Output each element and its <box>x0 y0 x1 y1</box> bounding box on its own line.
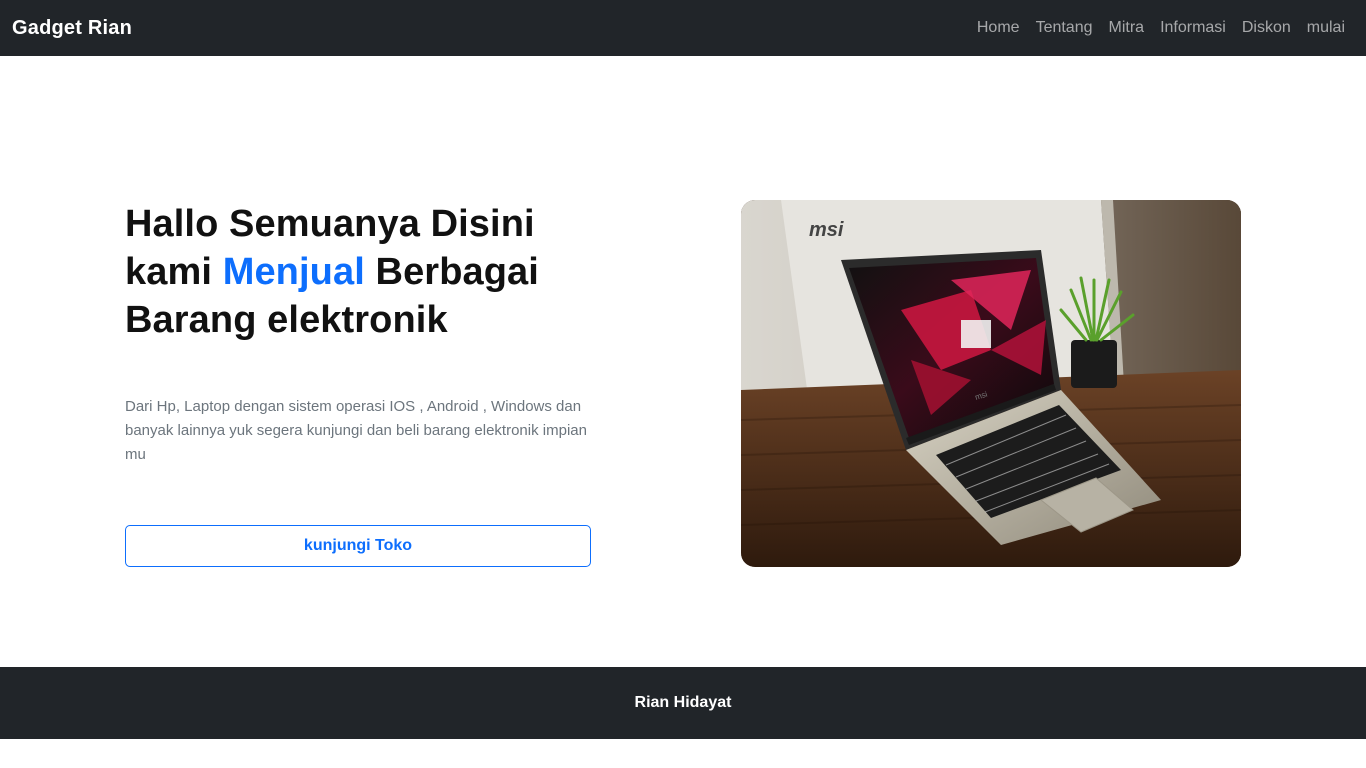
hero-headline: Hallo Semuanya Disini kami Menjual Berba… <box>125 200 595 344</box>
nav-link-diskon[interactable]: Diskon <box>1234 19 1299 37</box>
headline-kami: kami <box>125 251 213 293</box>
hero-laptop-image: msi msi <box>741 200 1241 567</box>
nav-link-mulai[interactable]: mulai <box>1299 19 1345 37</box>
nav-link-mitra[interactable]: Mitra <box>1101 19 1153 37</box>
footer-author: Rian Hidayat <box>634 694 732 711</box>
headline-after-accent: Berbagai <box>375 251 539 293</box>
navbar: Gadget Rian Home Tentang Mitra Informasi… <box>0 0 1366 56</box>
headline-line-3: Barang elektronik <box>125 299 448 341</box>
hero-text: Hallo Semuanya Disini kami Menjual Berba… <box>125 200 595 344</box>
nav-link-tentang[interactable]: Tentang <box>1028 19 1101 37</box>
visit-store-button[interactable]: kunjungi Toko <box>125 525 591 567</box>
headline-accent-word: Menjual <box>222 251 365 293</box>
nav-link-informasi[interactable]: Informasi <box>1152 19 1234 37</box>
hero-description: Dari Hp, Laptop dengan sistem operasi IO… <box>125 398 587 463</box>
brand-logo[interactable]: Gadget Rian <box>12 17 132 40</box>
nav-link-home[interactable]: Home <box>969 19 1028 37</box>
headline-line-1: Hallo Semuanya Disini <box>125 203 535 245</box>
box-logo-text: msi <box>809 219 844 241</box>
laptop-photo-illustration: msi msi <box>741 200 1241 567</box>
nav-links: Home Tentang Mitra Informasi Diskon mula… <box>969 19 1345 37</box>
footer: Rian Hidayat <box>0 667 1366 739</box>
